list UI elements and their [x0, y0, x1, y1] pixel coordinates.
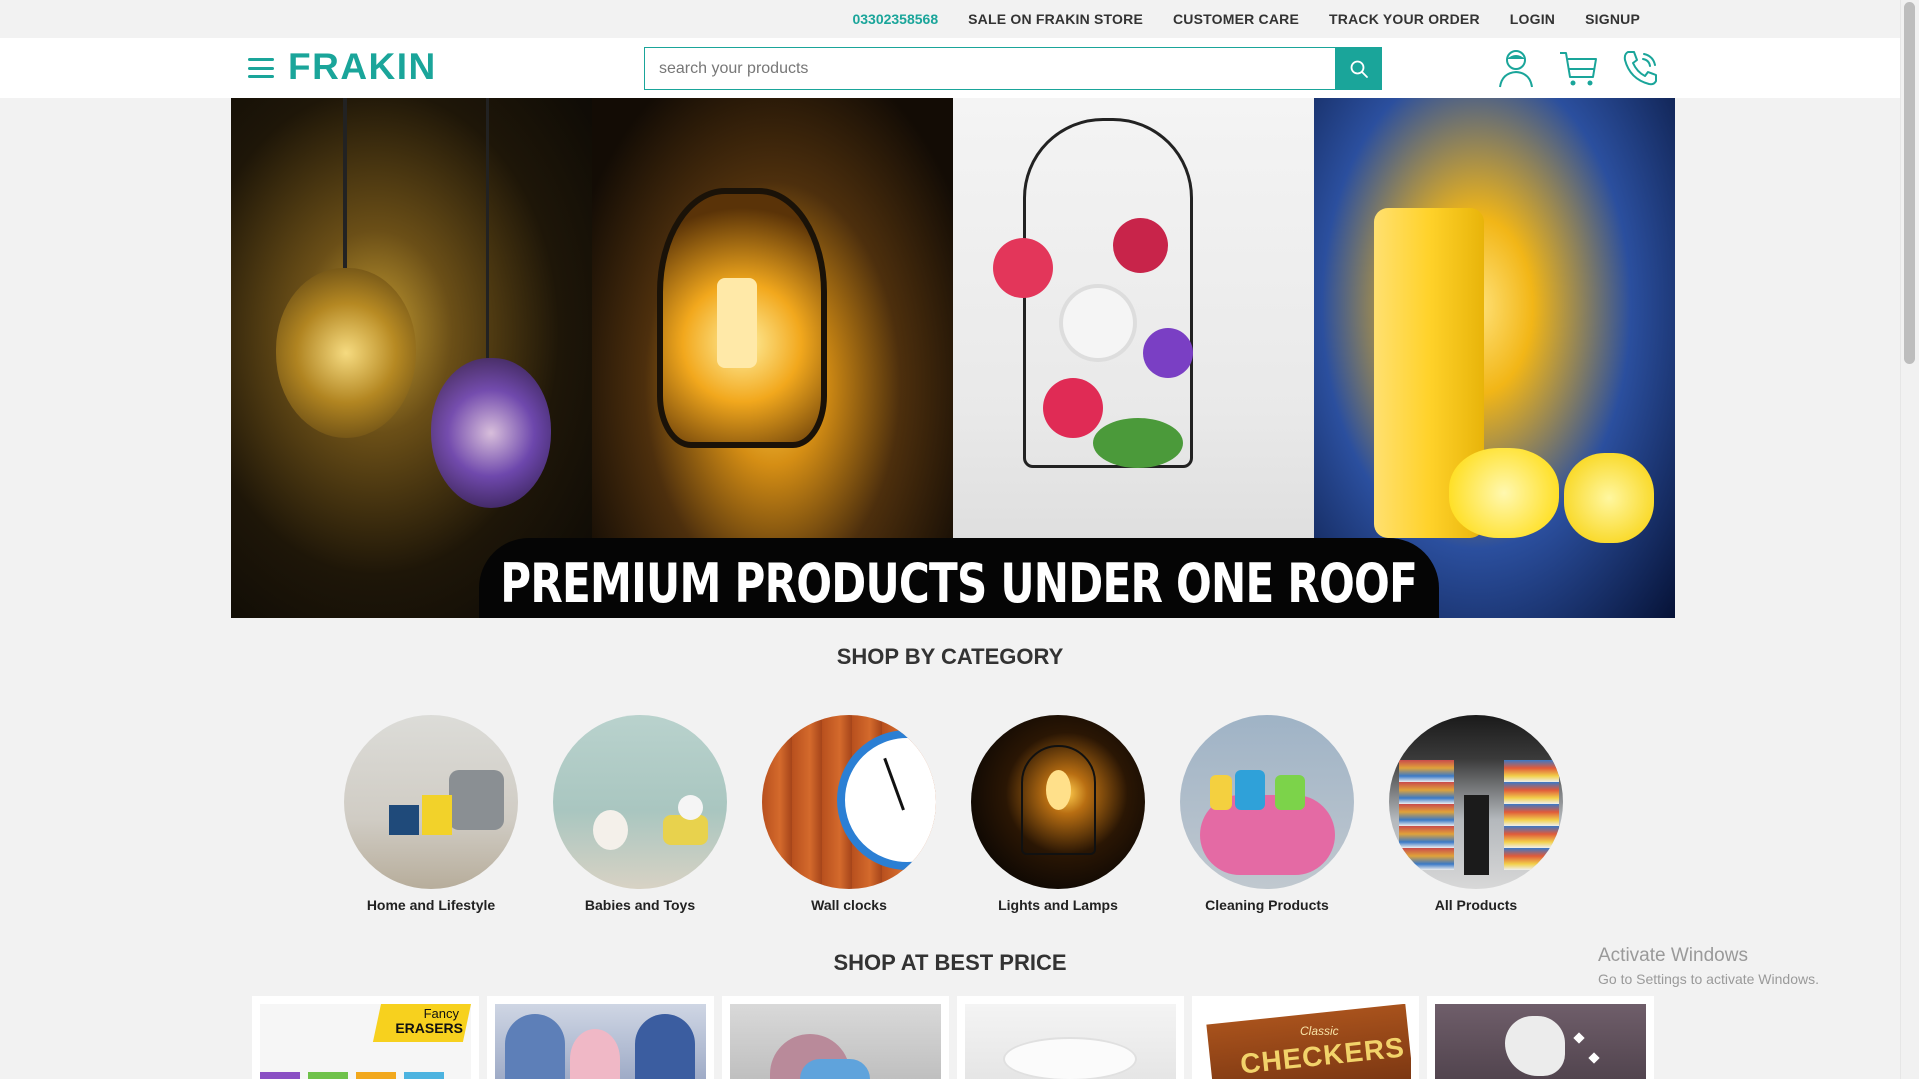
checkers-label-small: Classic — [1300, 1024, 1339, 1038]
category-label: Wall clocks — [811, 897, 887, 913]
top-utility-bar: 03302358568 SALE ON FRAKIN STORE CUSTOME… — [0, 0, 1900, 38]
category-all-products[interactable]: All Products — [1389, 715, 1563, 913]
sale-link[interactable]: SALE ON FRAKIN STORE — [968, 11, 1143, 27]
phone-icon — [1623, 51, 1657, 86]
customer-care-link[interactable]: CUSTOMER CARE — [1173, 11, 1299, 27]
search-bar — [644, 47, 1382, 90]
product-card-3[interactable] — [722, 996, 949, 1079]
category-label: Cleaning Products — [1205, 897, 1329, 913]
product-card-checkers[interactable]: Classic CHECKERS — [1192, 996, 1419, 1079]
category-home-lifestyle[interactable]: Home and Lifestyle — [344, 715, 518, 913]
shop-by-category-title: SHOP BY CATEGORY — [836, 644, 1064, 669]
contact-button[interactable] — [1618, 46, 1662, 90]
product-card-erasers[interactable]: Fancy ERASERS — [252, 996, 479, 1079]
watermark-subtitle: Go to Settings to activate Windows. — [1598, 971, 1819, 987]
watermark-title: Activate Windows — [1598, 945, 1748, 966]
eraser-label-small: Fancy — [423, 1006, 459, 1021]
category-label: Lights and Lamps — [998, 897, 1118, 913]
signup-link[interactable]: SIGNUP — [1585, 11, 1640, 27]
category-image — [762, 715, 936, 889]
search-input[interactable] — [644, 47, 1335, 90]
category-list: Home and Lifestyle Babies and Toys Wall … — [344, 715, 1563, 913]
category-babies-toys[interactable]: Babies and Toys — [553, 715, 727, 913]
site-logo[interactable]: FRAKIN — [288, 46, 437, 88]
search-icon — [1350, 60, 1368, 78]
product-card-6[interactable] — [1427, 996, 1654, 1079]
phone-number-link[interactable]: 03302358568 — [852, 11, 938, 27]
category-image — [344, 715, 518, 889]
product-image — [1435, 1004, 1646, 1079]
category-image — [553, 715, 727, 889]
eraser-label-big: ERASERS — [395, 1020, 463, 1036]
shop-best-price-title-text: SHOP AT BEST PRICE — [833, 950, 1067, 975]
main-header: FRAKIN — [0, 38, 1900, 98]
category-lights-lamps[interactable]: Lights and Lamps — [971, 715, 1145, 913]
banner-title-strip: PREMIUM PRODUCTS UNDER ONE ROOF — [479, 538, 1439, 618]
category-cleaning-products[interactable]: Cleaning Products — [1180, 715, 1354, 913]
search-button[interactable] — [1335, 47, 1382, 90]
account-button[interactable] — [1494, 46, 1538, 90]
product-image — [495, 1004, 706, 1079]
category-label: Home and Lifestyle — [366, 897, 496, 913]
product-card-4[interactable] — [957, 996, 1184, 1079]
scrollbar-thumb[interactable] — [1904, 2, 1915, 364]
hamburger-menu-icon[interactable] — [248, 58, 274, 78]
category-image — [1389, 715, 1563, 889]
cart-icon — [1560, 52, 1597, 86]
banner-title: PREMIUM PRODUCTS UNDER ONE ROOF — [500, 551, 1419, 615]
product-image: Classic CHECKERS — [1200, 1004, 1411, 1079]
product-image — [965, 1004, 1176, 1079]
category-image — [1180, 715, 1354, 889]
product-image — [730, 1004, 941, 1079]
category-wall-clocks[interactable]: Wall clocks — [762, 715, 936, 913]
track-order-link[interactable]: TRACK YOUR ORDER — [1329, 11, 1480, 27]
cart-button[interactable] — [1556, 46, 1600, 90]
login-link[interactable]: LOGIN — [1510, 11, 1555, 27]
page-scrollbar[interactable] — [1900, 0, 1919, 1079]
user-icon — [1499, 50, 1533, 88]
category-image — [971, 715, 1145, 889]
product-card-2[interactable] — [487, 996, 714, 1079]
category-label: Babies and Toys — [584, 897, 696, 913]
product-image: Fancy ERASERS — [260, 1004, 471, 1079]
activate-windows-watermark: Activate Windows Go to Settings to activ… — [1598, 945, 1819, 987]
product-strip: Fancy ERASERS Classic CHECKERS — [252, 996, 1654, 1079]
hero-banner[interactable]: PREMIUM PRODUCTS UNDER ONE ROOF — [231, 98, 1675, 618]
category-label: All Products — [1434, 897, 1518, 913]
